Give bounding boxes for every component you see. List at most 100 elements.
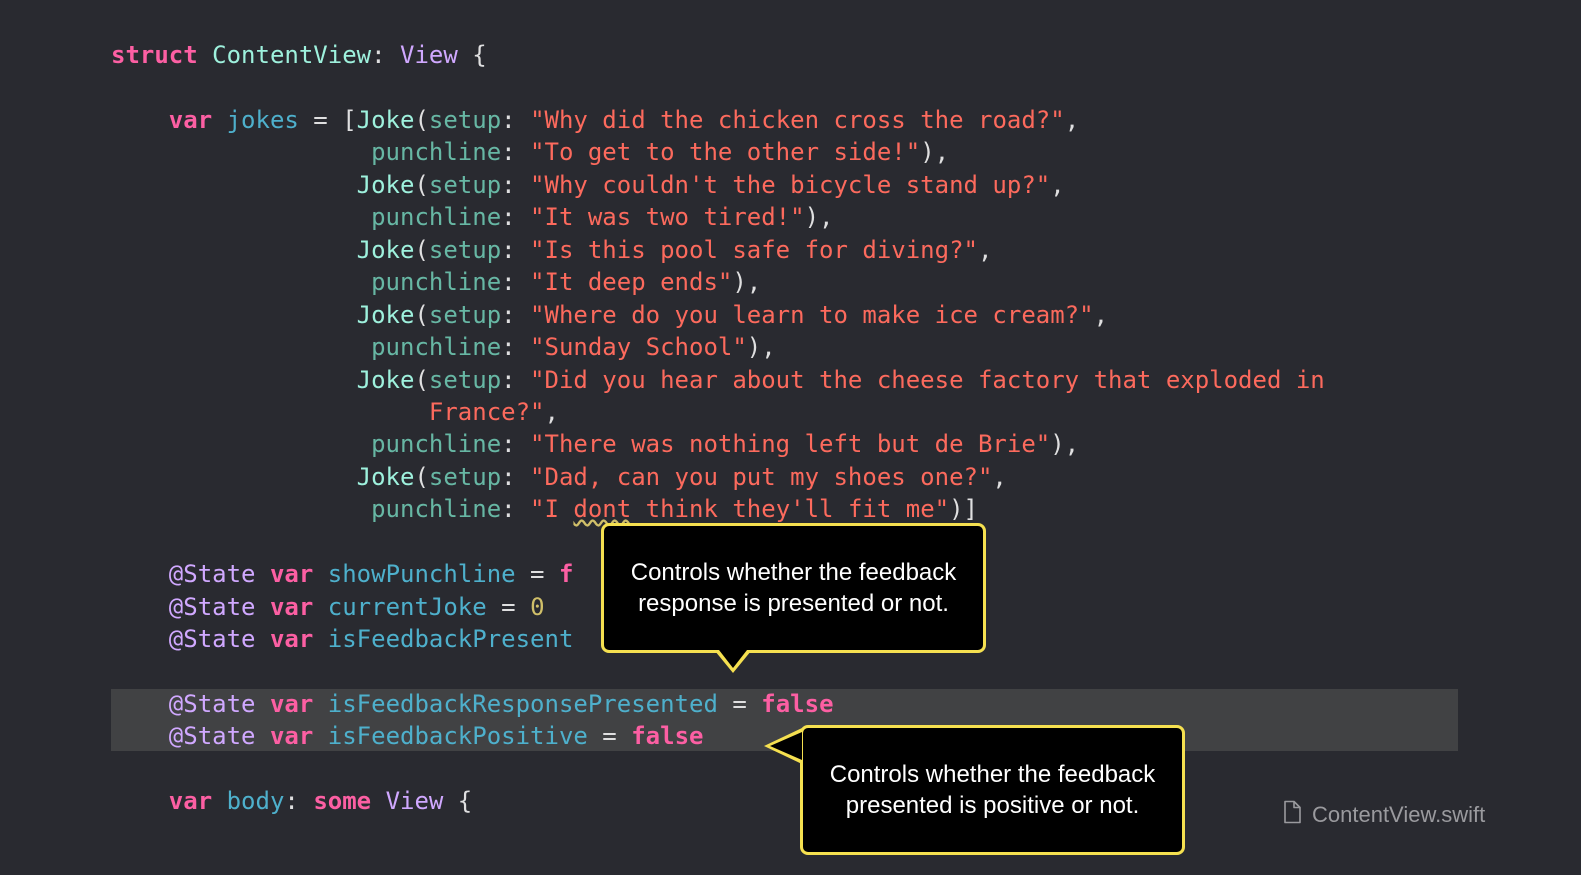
callout-feedback-response: Controls whether the feedback response i…	[601, 523, 986, 653]
callout-text-line: presented is positive or not.	[845, 792, 1140, 819]
code-line[interactable]: punchline: "Sunday School"),	[111, 332, 776, 362]
code-token: :	[501, 462, 531, 491]
code-token: false	[761, 690, 834, 718]
code-line[interactable]: var body: some View {	[111, 786, 472, 816]
code-token: @State	[168, 592, 256, 621]
code-token: dont	[573, 495, 632, 524]
code-line[interactable]: @State var isFeedbackPositive = false	[111, 721, 704, 751]
code-token: View	[400, 41, 458, 69]
code-token: "It was two tired!"	[530, 203, 805, 232]
code-token: (	[414, 365, 429, 394]
code-token: punchline	[371, 203, 502, 232]
code-token: (	[414, 235, 429, 264]
document-icon	[1282, 800, 1302, 830]
code-token: :	[371, 41, 401, 69]
code-token: :	[501, 170, 531, 199]
code-token: f	[558, 560, 574, 589]
code-line[interactable]: @State var isFeedbackResponsePresented =…	[111, 689, 834, 719]
code-line[interactable]: Joke(setup: "Why couldn't the bicycle st…	[111, 170, 1065, 200]
code-token: ,	[977, 235, 993, 264]
file-label: ContentView.swift	[1282, 800, 1485, 830]
code-line[interactable]: @State var showPunchline = f	[111, 559, 574, 589]
code-token: View	[385, 787, 444, 816]
code-line[interactable]: @State var currentJoke = 0	[111, 592, 545, 622]
code-token: 0	[530, 592, 545, 621]
code-token: Joke	[356, 105, 415, 134]
code-token: "Dad, can you put my shoes one?"	[530, 462, 993, 491]
code-token: Joke	[356, 365, 415, 394]
code-token: "Where do you learn to make ice cream?"	[530, 300, 1094, 329]
code-token: ContentView	[212, 41, 372, 69]
code-token: @State	[168, 625, 256, 654]
code-token: setup	[428, 170, 502, 199]
code-line[interactable]: Joke(setup: "Did you hear about the chee…	[111, 365, 1325, 395]
code-token: =	[486, 592, 531, 621]
code-line[interactable]: @State var isFeedbackPresent	[111, 624, 574, 654]
code-token: "It deep ends"	[530, 268, 733, 297]
code-token: @State	[168, 722, 256, 751]
code-token: isFeedbackResponsePresented	[327, 690, 718, 718]
code-token: ,	[1093, 300, 1109, 329]
code-line[interactable]: France?",	[111, 397, 559, 427]
code-token: think they'll fit me"	[631, 495, 950, 524]
code-token: isFeedbackPresent	[327, 625, 574, 654]
code-token: = [	[298, 105, 357, 134]
code-token: :	[501, 333, 531, 362]
code-token: var	[269, 722, 314, 751]
code-line[interactable]: Joke(setup: "Where do you learn to make …	[111, 300, 1108, 330]
code-token: Joke	[356, 462, 415, 491]
code-line[interactable]: struct ContentView: View {	[111, 40, 487, 70]
callout-pointer-fill	[719, 650, 747, 668]
code-token: punchline	[371, 138, 502, 167]
code-line[interactable]: punchline: "There was nothing left but d…	[111, 429, 1079, 459]
code-token: setup	[428, 462, 502, 491]
code-token: :	[501, 105, 531, 134]
code-token: @State	[168, 690, 256, 718]
callout-pointer-fill	[770, 732, 802, 760]
code-line[interactable]: punchline: "It was two tired!"),	[111, 202, 833, 232]
code-token: "I	[530, 495, 574, 524]
code-line[interactable]: Joke(setup: "Is this pool safe for divin…	[111, 235, 993, 265]
code-line[interactable]: Joke(setup: "Dad, can you put my shoes o…	[111, 462, 1007, 492]
code-line[interactable]: var jokes = [Joke(setup: "Why did the ch…	[111, 105, 1079, 135]
code-token: ,	[992, 462, 1007, 491]
code-token: (	[414, 170, 429, 199]
code-token: var	[168, 787, 213, 816]
code-token: :	[501, 268, 531, 297]
code-token: "To get to the other side!"	[530, 138, 921, 167]
code-token: var	[269, 690, 314, 718]
code-token: isFeedbackPositive	[327, 722, 588, 751]
code-token: )]	[949, 495, 978, 524]
code-token: @State	[168, 560, 256, 589]
code-token: setup	[428, 105, 502, 134]
file-name: ContentView.swift	[1312, 802, 1486, 827]
code-line[interactable]: punchline: "To get to the other side!"),	[111, 137, 949, 167]
code-token: punchline	[371, 333, 502, 362]
code-token: =	[587, 722, 632, 751]
code-token: :	[501, 365, 531, 394]
code-token: Joke	[356, 170, 415, 199]
code-token: setup	[428, 235, 502, 264]
code-token: :	[501, 203, 531, 232]
code-line[interactable]: punchline: "It deep ends"),	[111, 267, 761, 297]
code-line[interactable]: punchline: "I dont think they'll fit me"…	[111, 494, 978, 524]
